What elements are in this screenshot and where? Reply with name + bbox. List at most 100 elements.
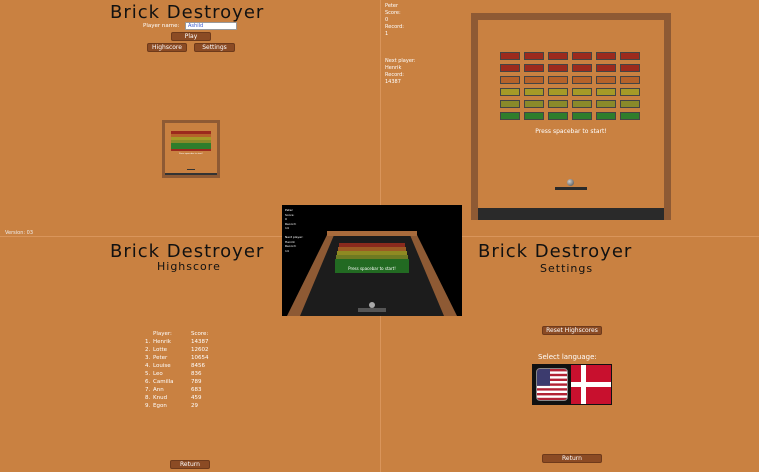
highscore-name: Peter xyxy=(153,354,168,361)
brick-grid xyxy=(500,52,644,124)
brick xyxy=(500,88,520,96)
brick xyxy=(572,52,592,60)
3d-hud-line: 14 xyxy=(285,248,289,253)
brick xyxy=(524,100,544,108)
3d-back-wall xyxy=(327,231,417,236)
highscore-row: 3. Peter 10654 xyxy=(145,354,209,362)
3d-brick-row-yellow xyxy=(337,251,407,255)
start-prompt: Press spacebar to start! xyxy=(535,128,607,135)
brick xyxy=(524,52,544,60)
brick xyxy=(596,76,616,84)
brick xyxy=(548,76,568,84)
reset-highscores-button[interactable]: Reset Highscores xyxy=(542,326,602,335)
hud-player-name: Peter xyxy=(385,3,399,9)
paddle xyxy=(555,187,587,190)
highscore-subtitle: Highscore xyxy=(157,260,221,273)
3d-game-view[interactable]: Peter Score: 0 Record: 14 Next player: Henrik R… xyxy=(282,205,462,316)
highscore-header: Player: Score: xyxy=(145,330,209,338)
brick xyxy=(548,88,568,96)
hud-score-value: 0 xyxy=(385,17,389,23)
highscore-name: Leo xyxy=(153,370,163,377)
highscore-table: Player: Score: 1. Henrik 14387 2. Lotte 12602… xyxy=(145,330,209,410)
highscore-score: 12602 xyxy=(191,346,209,353)
highscore-rank: 8. xyxy=(145,394,151,401)
3d-brick-row-olive xyxy=(336,255,408,259)
highscore-row: 5. Leo 836 xyxy=(145,370,209,378)
settings-title: Brick Destroyer xyxy=(478,241,633,262)
highscore-row: 6. Camilla 789 xyxy=(145,378,209,386)
brick xyxy=(620,76,640,84)
us-flag-option[interactable] xyxy=(536,368,568,401)
preview-prompt: Press spacebar to start! xyxy=(179,153,203,155)
highscore-score: 683 xyxy=(191,386,202,393)
player-name-field[interactable]: Ashild xyxy=(185,22,237,30)
3d-brick-row-red xyxy=(339,243,405,247)
highscore-score: 789 xyxy=(191,378,202,385)
3d-ball xyxy=(369,302,375,308)
game-field[interactable]: Press spacebar to start! xyxy=(478,20,664,208)
header-player: Player: xyxy=(153,330,172,337)
hud-next-player-value: Henrik xyxy=(385,65,402,71)
settings-button[interactable]: Settings xyxy=(194,43,235,52)
brick xyxy=(524,88,544,96)
brick xyxy=(620,64,640,72)
highscore-row: 2. Lotte 12602 xyxy=(145,346,209,354)
brick xyxy=(500,64,520,72)
settings-return-button[interactable]: Return xyxy=(542,454,602,463)
preview-bricks xyxy=(171,131,211,151)
version-label: Version: 03 xyxy=(5,230,34,236)
highscore-rank: 2. xyxy=(145,346,151,353)
menu-title: Brick Destroyer xyxy=(110,2,265,23)
3d-scene xyxy=(287,231,457,316)
player-name-label: Player name: xyxy=(143,23,180,29)
danish-flag-option[interactable] xyxy=(571,365,611,404)
brick xyxy=(548,112,568,120)
brick xyxy=(524,64,544,72)
header-rank xyxy=(145,330,153,338)
preview-field: Press spacebar to start! xyxy=(165,123,217,175)
highscore-row: 4. Louise 8456 xyxy=(145,362,209,370)
header-score: Score: xyxy=(191,330,209,337)
highscore-name: Egon xyxy=(153,402,167,409)
highscore-name: Louise xyxy=(153,362,171,369)
highscore-rank: 1. xyxy=(145,338,151,345)
hud-next-player-label: Next player: xyxy=(385,58,416,64)
brick xyxy=(500,112,520,120)
language-selector xyxy=(532,364,612,405)
brick xyxy=(500,100,520,108)
play-button[interactable]: Play xyxy=(171,32,211,41)
hud-record-value: 1 xyxy=(385,31,389,37)
highscore-score: 14387 xyxy=(191,338,209,345)
brick xyxy=(572,76,592,84)
highscore-name: Lotte xyxy=(153,346,168,353)
highscore-row: 9. Egon 29 xyxy=(145,402,209,410)
brick xyxy=(548,52,568,60)
preview-paddle xyxy=(187,169,195,170)
player-name-value: Ashild xyxy=(188,23,204,29)
brick xyxy=(572,112,592,120)
highscore-name: Henrik xyxy=(153,338,171,345)
brick xyxy=(620,52,640,60)
game-preview-thumbnail[interactable]: Press spacebar to start! xyxy=(162,120,220,178)
game-frame: Press spacebar to start! xyxy=(471,13,671,220)
brick xyxy=(596,64,616,72)
brick xyxy=(596,100,616,108)
brick xyxy=(620,100,640,108)
ball xyxy=(567,179,574,186)
highscore-rank: 9. xyxy=(145,402,151,409)
highscore-rank: 7. xyxy=(145,386,151,393)
preview-floor xyxy=(165,173,217,175)
highscore-name: Knud xyxy=(153,394,168,401)
settings-subtitle: Settings xyxy=(540,262,594,275)
danish-flag-icon xyxy=(571,365,611,404)
3d-paddle xyxy=(358,308,386,312)
highscore-rank: 6. xyxy=(145,378,151,385)
highscore-score: 8456 xyxy=(191,362,205,369)
brick xyxy=(524,112,544,120)
select-language-label: Select language: xyxy=(538,353,597,361)
brick xyxy=(620,112,640,120)
highscore-score: 836 xyxy=(191,370,202,377)
highscore-score: 459 xyxy=(191,394,202,401)
highscore-button[interactable]: Highscore xyxy=(147,43,187,52)
highscore-return-button[interactable]: Return xyxy=(170,460,210,469)
